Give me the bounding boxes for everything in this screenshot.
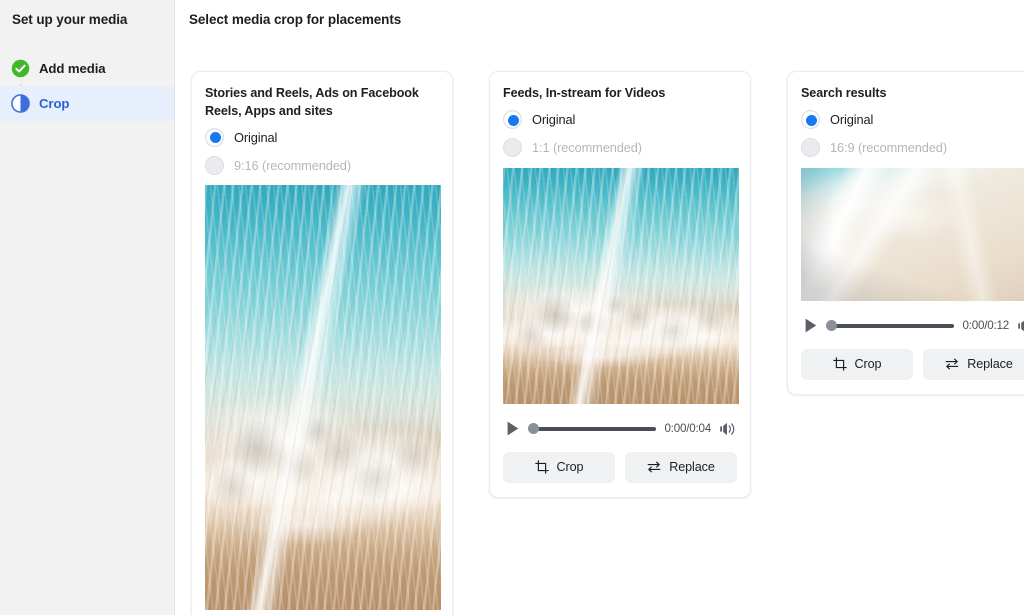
button-label: Replace bbox=[967, 357, 1013, 371]
crop-button[interactable]: Crop bbox=[801, 348, 913, 380]
button-label: Replace bbox=[669, 460, 715, 474]
crop-option-label: Original bbox=[830, 112, 874, 127]
placement-card-feeds-instream: Feeds, In-stream for Videos Original 1:1… bbox=[489, 71, 751, 498]
photo-sand-layer bbox=[503, 167, 739, 404]
sidebar-item-label: Add media bbox=[39, 61, 106, 76]
crop-icon bbox=[832, 357, 847, 371]
crop-option-label: 1:1 (recommended) bbox=[532, 140, 642, 155]
photo-sand-layer bbox=[205, 185, 441, 610]
swap-arrows-icon bbox=[647, 460, 661, 474]
crop-option-label: 9:16 (recommended) bbox=[234, 157, 351, 173]
crop-icon bbox=[534, 460, 549, 474]
radio-selected-icon[interactable] bbox=[801, 110, 820, 129]
progress-slider[interactable] bbox=[528, 423, 657, 434]
progress-knob[interactable] bbox=[826, 320, 837, 331]
media-crop-dialog: Set up your media Add media Crop Select … bbox=[0, 0, 1024, 615]
crop-option-label: Original bbox=[532, 112, 576, 127]
crop-option-label: Original bbox=[234, 129, 278, 145]
replace-button[interactable]: Replace bbox=[923, 348, 1024, 380]
page-title: Select media crop for placements bbox=[189, 12, 402, 27]
media-preview-vertical[interactable] bbox=[205, 185, 441, 610]
crop-option-label: 16:9 (recommended) bbox=[830, 140, 947, 155]
placement-card-search-results: Search results Original 16:9 (recommende… bbox=[787, 71, 1024, 395]
video-time: 0:00/0:04 bbox=[664, 422, 711, 435]
play-icon[interactable] bbox=[802, 317, 819, 334]
speaker-on-icon[interactable] bbox=[1017, 318, 1024, 334]
card-title: Search results bbox=[801, 86, 887, 100]
crop-option-original[interactable]: Original bbox=[205, 123, 439, 151]
card-action-buttons: Crop Replace bbox=[503, 451, 737, 483]
media-preview-square[interactable] bbox=[503, 167, 739, 404]
crop-half-circle-icon bbox=[11, 94, 30, 113]
sidebar-item-label: Crop bbox=[39, 96, 70, 111]
crop-option-recommended[interactable]: 16:9 (recommended) bbox=[801, 134, 1024, 162]
sidebar-item-crop[interactable]: Crop bbox=[0, 86, 174, 121]
progress-slider[interactable] bbox=[826, 320, 955, 331]
crop-option-recommended[interactable]: 1:1 (recommended) bbox=[503, 134, 737, 162]
main-panel: Select media crop for placements Stories… bbox=[175, 0, 1024, 615]
crop-option-original[interactable]: Original bbox=[801, 106, 1024, 134]
video-player-controls: 0:00/0:12 bbox=[801, 309, 1024, 343]
radio-unselected-icon[interactable] bbox=[503, 138, 522, 157]
card-action-buttons: Crop Replace bbox=[801, 348, 1024, 380]
photo-shade-layer bbox=[801, 167, 1024, 301]
play-icon[interactable] bbox=[504, 420, 521, 437]
crop-button[interactable]: Crop bbox=[503, 451, 615, 483]
crop-option-recommended[interactable]: 9:16 (recommended) bbox=[205, 151, 439, 179]
placement-card-stories-reels: Stories and Reels, Ads on Facebook Reels… bbox=[191, 71, 453, 615]
replace-button[interactable]: Replace bbox=[625, 451, 737, 483]
radio-selected-icon[interactable] bbox=[205, 127, 224, 147]
video-time: 0:00/0:12 bbox=[962, 319, 1009, 332]
radio-unselected-icon[interactable] bbox=[205, 155, 224, 175]
sidebar-title: Set up your media bbox=[12, 12, 128, 27]
media-preview-wide[interactable] bbox=[801, 167, 1024, 301]
button-label: Crop bbox=[556, 460, 584, 474]
card-title: Feeds, In-stream for Videos bbox=[503, 86, 666, 100]
radio-selected-icon[interactable] bbox=[503, 110, 522, 129]
placement-card-list: Stories and Reels, Ads on Facebook Reels… bbox=[175, 31, 1024, 615]
swap-arrows-icon bbox=[945, 357, 959, 371]
button-label: Crop bbox=[854, 357, 882, 371]
progress-knob[interactable] bbox=[528, 423, 539, 434]
radio-unselected-icon[interactable] bbox=[801, 138, 820, 157]
speaker-on-icon[interactable] bbox=[719, 421, 736, 437]
sidebar: Set up your media Add media Crop bbox=[0, 0, 175, 615]
sidebar-item-add-media[interactable]: Add media bbox=[0, 51, 174, 94]
sidebar-step-list: Add media Crop bbox=[0, 51, 174, 121]
video-player-controls: 0:00/0:04 bbox=[503, 412, 737, 446]
card-title: Stories and Reels, Ads on Facebook Reels… bbox=[205, 86, 419, 118]
crop-option-original[interactable]: Original bbox=[503, 106, 737, 134]
check-circle-icon bbox=[11, 59, 30, 78]
